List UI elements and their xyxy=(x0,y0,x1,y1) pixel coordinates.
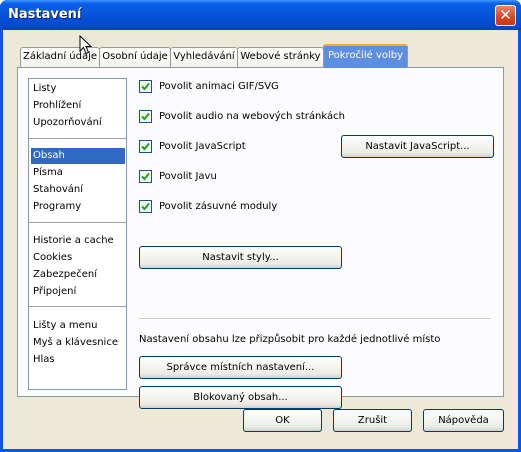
list-item-upozornovani[interactable]: Upozorňování xyxy=(31,115,125,131)
tab-web-pages[interactable]: Webové stránky xyxy=(237,47,324,67)
list-item-cookies[interactable]: Cookies xyxy=(31,250,125,266)
list-separator xyxy=(29,306,126,308)
list-item-hlas[interactable]: Hlas xyxy=(31,352,125,368)
checkmark-icon xyxy=(141,82,150,91)
javascript-settings-button[interactable]: Nastavit JavaScript... xyxy=(341,135,494,158)
list-item-historie-cache[interactable]: Historie a cache xyxy=(31,233,125,249)
checkmark-icon xyxy=(141,172,150,181)
checkbox-audio[interactable] xyxy=(139,110,152,123)
tab-advanced[interactable]: Pokročilé volby xyxy=(323,44,408,68)
checkmark-icon xyxy=(141,142,150,151)
checkmark-icon xyxy=(141,202,150,211)
title-bar[interactable]: Nastavení ✕ xyxy=(0,0,521,30)
list-item-obsah[interactable]: Obsah xyxy=(31,148,125,164)
cancel-button[interactable]: Zrušit xyxy=(333,409,412,432)
blocked-content-button[interactable]: Blokovaný obsah... xyxy=(139,386,342,409)
tab-panel: Listy Prohlížení Upozorňování Obsah Písm… xyxy=(17,67,504,409)
tab-search[interactable]: Vyhledávání xyxy=(170,47,238,67)
tab-personal-info[interactable]: Osobní údaje xyxy=(99,47,171,67)
ok-button[interactable]: OK xyxy=(243,409,322,432)
mouse-cursor-icon xyxy=(79,35,92,55)
checkbox-javascript[interactable] xyxy=(139,140,152,153)
styles-settings-button[interactable]: Nastavit styly... xyxy=(139,246,342,269)
checkbox-plugins[interactable] xyxy=(139,200,152,213)
list-item-mys-a-klavesnice[interactable]: Myš a klávesnice xyxy=(31,335,125,351)
close-button[interactable]: ✕ xyxy=(495,5,516,26)
list-item-programy[interactable]: Programy xyxy=(31,199,125,215)
list-item-pripojeni[interactable]: Připojení xyxy=(31,284,125,300)
list-item-zabezpeceni[interactable]: Zabezpečení xyxy=(31,267,125,283)
checkbox-label: Povolit zásuvné moduly xyxy=(159,201,278,212)
category-list[interactable]: Listy Prohlížení Upozorňování Obsah Písm… xyxy=(28,78,127,390)
section-divider xyxy=(139,318,491,320)
list-separator xyxy=(29,222,126,224)
checkbox-label: Povolit Javu xyxy=(159,171,217,182)
list-item-listy[interactable]: Listy xyxy=(31,81,125,97)
checkbox-gif-svg[interactable] xyxy=(139,80,152,93)
list-item-prohlizeni[interactable]: Prohlížení xyxy=(31,98,125,114)
checkbox-label: Povolit JavaScript xyxy=(159,141,246,152)
dialog-body: Základní údaje Osobní údaje Vyhledávání … xyxy=(3,30,518,449)
checkmark-icon xyxy=(141,112,150,121)
list-item-listy-a-menu[interactable]: Lišty a menu xyxy=(31,318,125,334)
close-icon: ✕ xyxy=(499,6,512,24)
checkbox-java[interactable] xyxy=(139,170,152,183)
list-separator xyxy=(29,138,126,140)
site-settings-description: Nastavení obsahu lze přizpůsobit pro kaž… xyxy=(139,334,441,345)
checkbox-label: Povolit animaci GIF/SVG xyxy=(159,81,279,92)
window-title: Nastavení xyxy=(8,7,82,22)
checkbox-label: Povolit audio na webových stránkách xyxy=(159,111,345,122)
list-item-stahovani[interactable]: Stahování xyxy=(31,182,125,198)
help-button[interactable]: Nápověda xyxy=(423,409,504,432)
site-preferences-button[interactable]: Správce místních nastavení... xyxy=(139,356,342,379)
dialog-window: Nastavení ✕ Základní údaje Osobní údaje … xyxy=(0,0,521,452)
list-item-pisma[interactable]: Písma xyxy=(31,165,125,181)
